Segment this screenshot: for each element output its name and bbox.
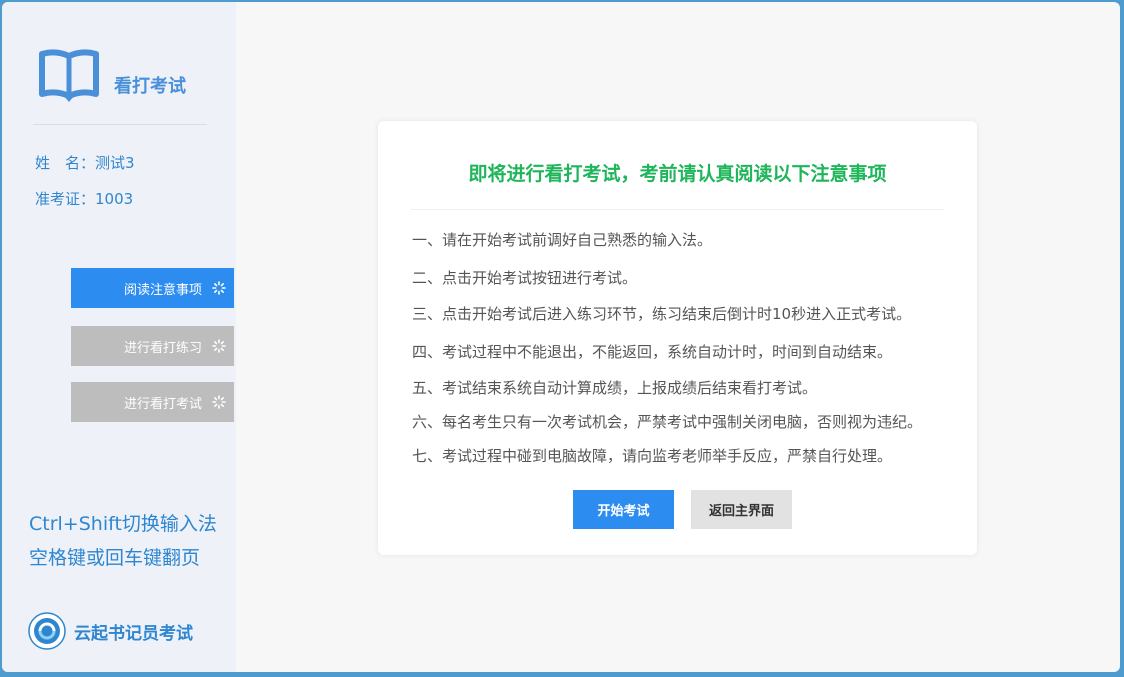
- rule-item: 二、点击开始考试按钮进行考试。: [412, 269, 638, 287]
- sidebar: 看打考试 姓 名：测试3 准考证：1003 阅读注意事项 进行看打练习 进行看打…: [2, 2, 236, 672]
- start-exam-button[interactable]: 开始考试: [573, 490, 674, 529]
- loading-icon: [212, 281, 226, 295]
- nav-label: 进行看打考试: [123, 396, 202, 412]
- nav-label: 阅读注意事项: [123, 282, 202, 298]
- nav-exam[interactable]: 进行看打考试: [71, 382, 234, 422]
- app-logo: 看打考试: [38, 48, 186, 104]
- rule-item: 七、考试过程中碰到电脑故障，请向监考老师举手反应，严禁自行处理。: [412, 447, 893, 465]
- tip-input-method: Ctrl+Shift切换输入法: [29, 513, 217, 535]
- nav-practice[interactable]: 进行看打练习: [71, 326, 234, 366]
- loading-icon: [212, 395, 226, 409]
- notice-card: 即将进行看打考试，考前请认真阅读以下注意事项 一、请在开始考试前调好自己熟悉的输…: [378, 121, 977, 555]
- brand-logo-icon: [28, 612, 66, 650]
- rule-item: 三、点击开始考试后进入练习环节，练习结束后倒计时10秒进入正式考试。: [412, 305, 912, 323]
- rule-item: 一、请在开始考试前调好自己熟悉的输入法。: [412, 231, 713, 249]
- brand-name: 云起书记员考试: [74, 623, 193, 644]
- app-window: 看打考试 姓 名：测试3 准考证：1003 阅读注意事项 进行看打练习 进行看打…: [2, 2, 1120, 672]
- rule-item: 四、考试过程中不能退出，不能返回，系统自动计时，时间到自动结束。: [412, 343, 893, 361]
- notice-divider: [411, 209, 944, 210]
- nav-label: 进行看打练习: [123, 340, 202, 356]
- sidebar-divider: [33, 124, 207, 125]
- back-home-button[interactable]: 返回主界面: [691, 490, 792, 529]
- app-title: 看打考试: [114, 76, 186, 97]
- tip-page-turn: 空格键或回车键翻页: [29, 547, 201, 569]
- nav-read-notice[interactable]: 阅读注意事项: [71, 268, 234, 308]
- notice-title: 即将进行看打考试，考前请认真阅读以下注意事项: [468, 163, 887, 185]
- rule-item: 六、每名考生只有一次考试机会，严禁考试中强制关闭电脑，否则视为违纪。: [412, 413, 923, 431]
- candidate-ticket: 准考证：1003: [35, 190, 134, 208]
- rule-item: 五、考试结束系统自动计算成绩，上报成绩后结束看打考试。: [412, 379, 818, 397]
- brand: 云起书记员考试: [28, 612, 193, 650]
- candidate-name: 姓 名：测试3: [35, 154, 135, 172]
- book-icon: [39, 49, 99, 102]
- loading-icon: [212, 339, 226, 353]
